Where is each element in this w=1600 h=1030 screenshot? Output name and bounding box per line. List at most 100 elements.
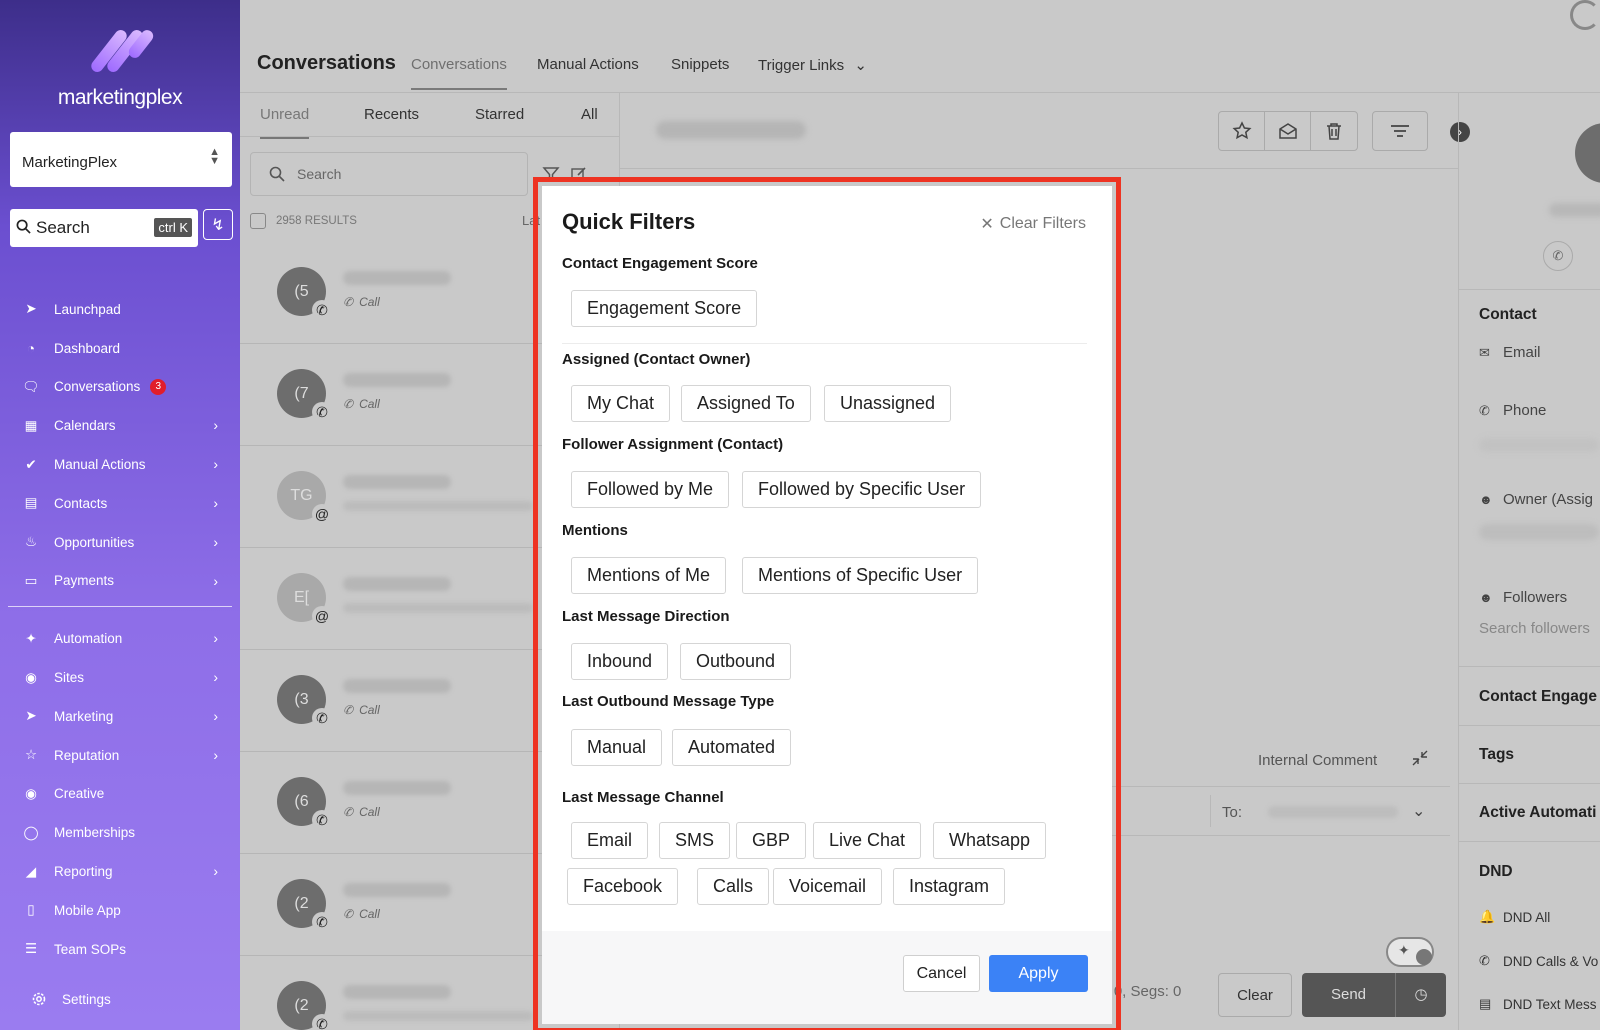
sidebar-item-label: Contacts — [54, 495, 108, 511]
search-placeholder: Search — [297, 166, 342, 182]
sidebar-item-payments[interactable]: ▭ Payments › — [0, 562, 240, 601]
tab-recents[interactable]: Recents — [364, 106, 419, 123]
sidebar-item-automation[interactable]: ✦ Automation › — [0, 619, 240, 658]
avatar: (2 ✆ — [277, 981, 332, 1030]
contact-details-panel: ✆ Contact ✉ Email ✆ Phone ☻ Owner (Assig ☻ F… — [1458, 93, 1600, 1030]
unread-count-badge: 3 — [150, 378, 167, 395]
chevron-down-icon[interactable]: ⌄ — [1412, 801, 1425, 821]
chip-assigned-to[interactable]: Assigned To — [681, 385, 811, 422]
phone-value-blurred[interactable] — [1479, 438, 1599, 452]
tags-section-title[interactable]: Tags — [1479, 746, 1514, 764]
ai-assist-toggle[interactable]: ✦ — [1386, 937, 1434, 967]
sidebar-item-creative[interactable]: ◉ Creative — [0, 775, 240, 814]
tab-manual-actions[interactable]: Manual Actions — [537, 56, 639, 73]
cancel-button[interactable]: Cancel — [903, 955, 980, 992]
sidebar-item-sites[interactable]: ◉ Sites › — [0, 658, 240, 697]
at-sign-icon: @ — [312, 504, 332, 524]
modal-title: Quick Filters — [562, 209, 696, 234]
select-all-checkbox[interactable] — [250, 213, 266, 229]
compose-icon[interactable] — [570, 165, 588, 188]
sort-lines-icon[interactable] — [1373, 112, 1427, 150]
account-switcher[interactable]: MarketingPlex ▲ ▼ — [10, 132, 232, 187]
chip-sms[interactable]: SMS — [659, 822, 731, 859]
chip-outbound[interactable]: Outbound — [680, 643, 792, 680]
clear-button[interactable]: Clear — [1218, 973, 1292, 1017]
owner-value-blurred[interactable] — [1479, 524, 1599, 540]
chip-facebook[interactable]: Facebook — [567, 868, 679, 905]
sidebar-item-memberships[interactable]: ◯ Memberships — [0, 813, 240, 852]
clear-filters-button[interactable]: ✕ Clear Filters — [980, 214, 1086, 234]
sidebar-item-manual-actions[interactable]: ✔ Manual Actions › — [0, 445, 240, 484]
call-icon: ✆ — [343, 397, 354, 411]
engagement-section-title[interactable]: Contact Engage — [1479, 688, 1597, 706]
mail-open-icon[interactable] — [1265, 112, 1311, 150]
tab-conversations[interactable]: Conversations — [411, 56, 507, 90]
sidebar-item-launchpad[interactable]: ➤ Launchpad — [0, 290, 240, 329]
chip-engagement-score[interactable]: Engagement Score — [571, 290, 758, 327]
internal-comment-tab[interactable]: Internal Comment — [1258, 752, 1377, 769]
chip-unassigned[interactable]: Unassigned — [824, 385, 952, 422]
global-search[interactable]: Search ctrl K — [10, 209, 198, 247]
call-icon[interactable]: ✆ — [1543, 241, 1573, 271]
chip-mentions-of-me[interactable]: Mentions of Me — [571, 557, 727, 594]
phone-label: Phone — [1503, 402, 1547, 419]
calendar-icon: ▦ — [24, 417, 38, 433]
sidebar-item-marketing[interactable]: ➤ Marketing › — [0, 697, 240, 736]
chip-gbp[interactable]: GBP — [736, 822, 807, 859]
help-icon[interactable] — [1570, 0, 1600, 30]
sidebar-item-calendars[interactable]: ▦ Calendars › — [0, 406, 240, 445]
chip-followed-by-specific-user[interactable]: Followed by Specific User — [742, 471, 982, 508]
chip-email[interactable]: Email — [571, 822, 649, 859]
sidebar-item-team-sops[interactable]: ☰ Team SOPs — [0, 930, 240, 969]
sidebar-item-reputation[interactable]: ☆ Reputation › — [0, 736, 240, 775]
chip-automated[interactable]: Automated — [672, 729, 792, 766]
conversation-search-input[interactable]: Search — [250, 152, 528, 196]
gear-icon — [28, 990, 50, 1008]
quick-action-bolt-icon[interactable]: ↯ — [203, 209, 233, 240]
tab-unread[interactable]: Unread — [260, 106, 310, 139]
section-direction-title: Last Message Direction — [562, 608, 730, 625]
tab-snippets[interactable]: Snippets — [671, 56, 729, 73]
chip-whatsapp[interactable]: Whatsapp — [933, 822, 1047, 859]
filter-icon[interactable] — [542, 165, 560, 188]
sort-label[interactable]: Lat — [522, 213, 540, 228]
chip-live-chat[interactable]: Live Chat — [813, 822, 922, 859]
sidebar-item-contacts[interactable]: ▤ Contacts › — [0, 484, 240, 523]
gauge-icon: ◔ — [26, 340, 36, 356]
tab-starred[interactable]: Starred — [475, 106, 524, 123]
chip-calls[interactable]: Calls — [697, 868, 770, 905]
apply-button[interactable]: Apply — [989, 955, 1088, 992]
active-automations-title[interactable]: Active Automati — [1479, 804, 1596, 822]
chip-followed-by-me[interactable]: Followed by Me — [571, 471, 730, 508]
dnd-all-toggle[interactable]: 🔔 DND All — [1479, 909, 1550, 925]
star-icon[interactable] — [1219, 112, 1265, 150]
section-assigned-title: Assigned (Contact Owner) — [562, 351, 751, 368]
dnd-text-toggle[interactable]: ▤ DND Text Mess — [1479, 996, 1597, 1012]
chip-inbound[interactable]: Inbound — [571, 643, 669, 680]
sidebar-item-mobile-app[interactable]: ▯ Mobile App — [0, 891, 240, 930]
sidebar-item-dashboard[interactable]: ◔ Dashboard — [0, 329, 240, 368]
sidebar-item-settings[interactable]: Settings — [0, 980, 240, 1019]
dnd-calls-toggle[interactable]: ✆ DND Calls & Vo — [1479, 953, 1598, 969]
sidebar-item-conversations[interactable]: 🗨 Conversations 3 — [0, 368, 240, 407]
followers-search-input[interactable]: Search followers — [1479, 620, 1590, 637]
trash-icon[interactable] — [1311, 112, 1357, 150]
chip-voicemail[interactable]: Voicemail — [773, 868, 883, 905]
close-icon: ✕ — [980, 216, 994, 233]
sidebar-item-opportunities[interactable]: ♨ Opportunities › — [0, 523, 240, 562]
chip-instagram[interactable]: Instagram — [893, 868, 1006, 905]
contact-name-blurred — [343, 475, 451, 489]
chip-mentions-of-specific-user[interactable]: Mentions of Specific User — [742, 557, 979, 594]
flame-icon: ♨ — [24, 534, 38, 550]
sidebar-item-reporting[interactable]: ◢ Reporting › — [0, 852, 240, 891]
collapse-icon[interactable] — [1412, 750, 1428, 771]
avatar: E[@ — [277, 573, 332, 626]
to-value-blurred[interactable] — [1268, 806, 1398, 818]
tab-all[interactable]: All — [581, 106, 598, 123]
schedule-clock-icon[interactable]: ◷ — [1396, 973, 1446, 1017]
tab-trigger-links[interactable]: Trigger Links ⌄ — [758, 56, 867, 74]
send-button[interactable]: Send — [1302, 973, 1396, 1017]
chip-manual[interactable]: Manual — [571, 729, 663, 766]
brand-logo[interactable]: marketingplex — [0, 27, 240, 110]
chip-my-chat[interactable]: My Chat — [571, 385, 671, 422]
